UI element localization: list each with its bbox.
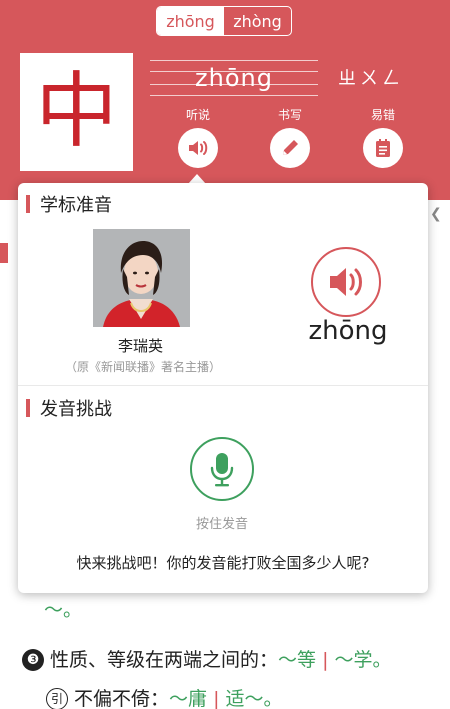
character-header: zhōng zhòng 中 zhōng ㄓㄨㄥ 听说 书写 易错 bbox=[0, 0, 450, 200]
standard-section-title: 学标准音 bbox=[18, 192, 112, 216]
tab-zhong1[interactable]: zhōng bbox=[157, 7, 224, 35]
pronunciation-tabs: zhōng zhòng bbox=[156, 6, 292, 36]
action-mistakes-label: 易错 bbox=[370, 108, 395, 122]
presenter-photo bbox=[93, 229, 190, 327]
character-glyph: 中 bbox=[35, 64, 118, 159]
definition-3: ❸ 性质、等级在两端之间的：～等 | ～学。 bbox=[22, 645, 392, 672]
notepad-icon[interactable] bbox=[363, 128, 403, 168]
pronunciation-popup: 学标准音 李瑞英 （原《新闻联播》著名主播） zhōng 发音挑战 按住发音 快… bbox=[18, 183, 428, 593]
pinyin-text: zhōng bbox=[195, 64, 273, 92]
extended-meaning: 引不偏不倚：～庸 | 适～。 bbox=[46, 684, 283, 709]
definition-fragment: ～。 bbox=[44, 599, 83, 621]
action-listen[interactable]: 听说 bbox=[168, 106, 228, 168]
standard-pinyin: zhōng bbox=[308, 316, 388, 346]
section-divider bbox=[18, 385, 428, 386]
action-listen-label: 听说 bbox=[185, 108, 210, 122]
hold-to-speak-label: 按住发音 bbox=[195, 517, 248, 532]
app-screen: zhōng zhòng 中 zhōng ㄓㄨㄥ 听说 书写 易错 ❮ ～。 ❸ … bbox=[0, 0, 450, 709]
hold-to-speak-button[interactable] bbox=[190, 437, 254, 501]
character-card: 中 bbox=[20, 53, 133, 171]
pencil-icon[interactable] bbox=[270, 128, 310, 168]
action-write[interactable]: 书写 bbox=[260, 106, 320, 168]
challenge-prompt: 快来挑战吧！你的发音能打败全国多少人呢? bbox=[76, 554, 370, 572]
tab-zhong4[interactable]: zhòng bbox=[224, 7, 291, 35]
speaker-icon bbox=[330, 268, 362, 296]
speaker-icon[interactable] bbox=[178, 128, 218, 168]
presenter-name: 李瑞英 bbox=[117, 337, 163, 355]
action-write-label: 书写 bbox=[277, 108, 302, 122]
microphone-icon bbox=[210, 453, 234, 487]
play-standard-button[interactable] bbox=[311, 247, 381, 317]
section-marker bbox=[0, 243, 8, 263]
zhuyin-text: ㄓㄨㄥ bbox=[338, 68, 404, 89]
action-mistakes[interactable]: 易错 bbox=[353, 106, 413, 168]
challenge-section-title: 发音挑战 bbox=[18, 396, 112, 420]
presenter-description: （原《新闻联播》著名主播） bbox=[64, 360, 221, 374]
definition-number: ❸ bbox=[22, 649, 44, 671]
extended-mark: 引 bbox=[46, 688, 68, 709]
collapse-icon: ❮ bbox=[430, 206, 442, 222]
